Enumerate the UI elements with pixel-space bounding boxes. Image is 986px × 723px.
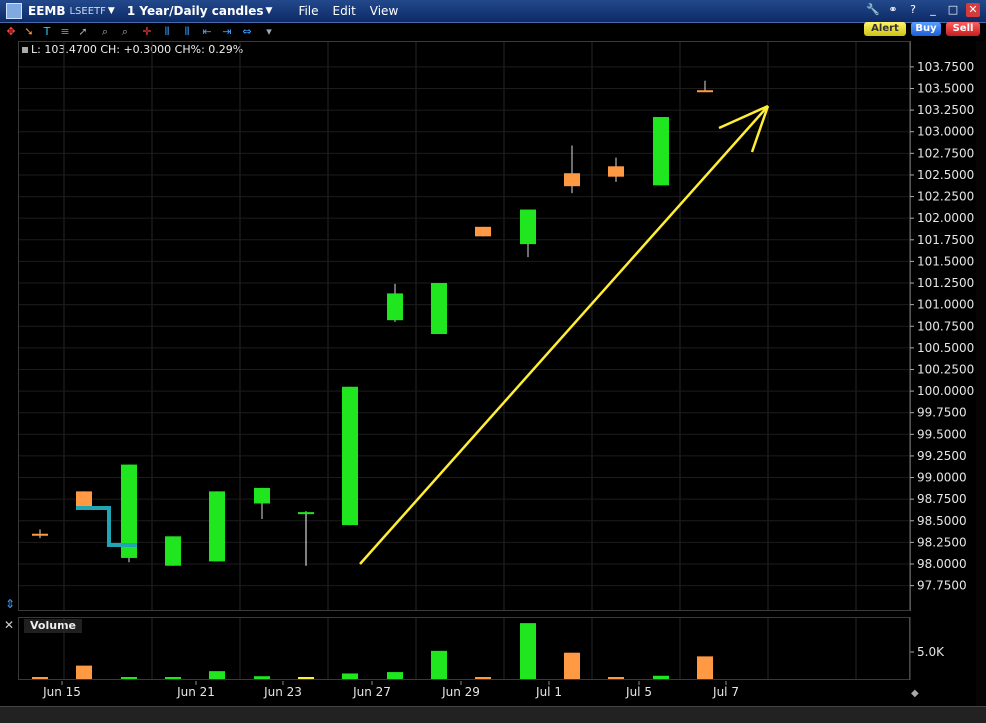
period-selector[interactable]: 1 Year/Daily candles xyxy=(127,4,264,18)
x-tick-label: Jul 5 xyxy=(625,685,652,699)
volume-panel[interactable] xyxy=(18,617,910,680)
x-tick-label: Jul 7 xyxy=(712,685,739,699)
close-volume-icon[interactable]: ✕ xyxy=(4,618,14,632)
exchange-label[interactable]: LSEETF xyxy=(69,6,105,17)
title-bar: EEMB LSEETF ▼ 1 Year/Daily candles ▼ Fil… xyxy=(0,0,986,23)
scale-toggle-icon: ⇕ xyxy=(5,597,15,611)
alert-button[interactable]: Alert xyxy=(864,22,906,36)
sell-button[interactable]: Sell xyxy=(946,22,980,36)
scroll-left-icon[interactable]: ⇤ xyxy=(200,25,214,38)
period-dropdown-icon[interactable]: ▼ xyxy=(266,6,273,16)
bar-chart-icon[interactable]: ⫴ xyxy=(160,25,174,38)
link-icon[interactable]: ⚭ xyxy=(886,3,900,17)
x-tick-label: Jun 27 xyxy=(352,685,391,699)
x-tick-label: Jun 29 xyxy=(441,685,480,699)
x-tick-label: Jun 21 xyxy=(176,685,215,699)
x-tick-label: Jun 23 xyxy=(263,685,302,699)
candle-chart-icon[interactable]: ⫴ xyxy=(180,25,194,38)
price-panel[interactable] xyxy=(18,41,910,611)
toolbar-dropdown-icon[interactable]: ▾ xyxy=(262,25,276,38)
crosshair-tool-icon[interactable]: ✛ xyxy=(140,25,154,38)
volume-tick-label: 5.0K xyxy=(917,645,945,659)
menu-view[interactable]: View xyxy=(370,4,398,18)
x-tick-label: Jun 15 xyxy=(42,685,81,699)
scroll-right-icon[interactable]: ⇥ xyxy=(220,25,234,38)
crosshair-icon[interactable]: ✥ xyxy=(4,25,18,38)
zoom-range-icon[interactable]: ⇔ xyxy=(240,25,254,38)
info-text: L: 103.4700 CH: +0.3000 CH%: 0.29% xyxy=(31,43,244,56)
right-scrollbar[interactable] xyxy=(976,41,986,706)
maximize-icon[interactable]: □ xyxy=(946,3,960,17)
zoom-out-icon[interactable]: ⌕ xyxy=(118,25,132,38)
wrench-icon[interactable]: 🔧 xyxy=(866,3,880,17)
price-info-line: L: 103.4700 CH: +0.3000 CH%: 0.29% xyxy=(22,43,243,56)
trend-arrow-icon[interactable]: ➘ xyxy=(22,25,36,38)
menu-edit[interactable]: Edit xyxy=(333,4,356,18)
close-icon[interactable]: ✕ xyxy=(966,3,980,17)
price-axis[interactable] xyxy=(910,41,977,611)
symbol-label[interactable]: EEMB xyxy=(28,4,65,18)
text-tool-icon[interactable]: T xyxy=(40,25,54,38)
x-tick-label: Jul 1 xyxy=(535,685,562,699)
help-icon[interactable]: ? xyxy=(906,3,920,17)
align-icon[interactable]: ≡ xyxy=(58,25,72,38)
volume-label: Volume xyxy=(24,619,82,633)
chart-app-icon xyxy=(6,3,22,19)
buy-button[interactable]: Buy xyxy=(911,22,941,36)
menu-file[interactable]: File xyxy=(298,4,318,18)
axis-toggle-icon: ◆ xyxy=(911,688,919,699)
time-navigator[interactable] xyxy=(0,706,986,723)
pointer-icon[interactable]: ➚ xyxy=(76,25,90,38)
minimize-icon[interactable]: _ xyxy=(926,3,940,17)
drawing-toolbar: ✥ ➘ T ≡ ➚ ⌕ ⌕ ✛ ⫴ ⫴ ⇤ ⇥ ⇔ ▾ xyxy=(0,23,986,41)
symbol-dropdown-icon[interactable]: ▼ xyxy=(108,6,115,16)
zoom-in-icon[interactable]: ⌕ xyxy=(98,25,112,38)
info-swatch xyxy=(22,47,28,53)
